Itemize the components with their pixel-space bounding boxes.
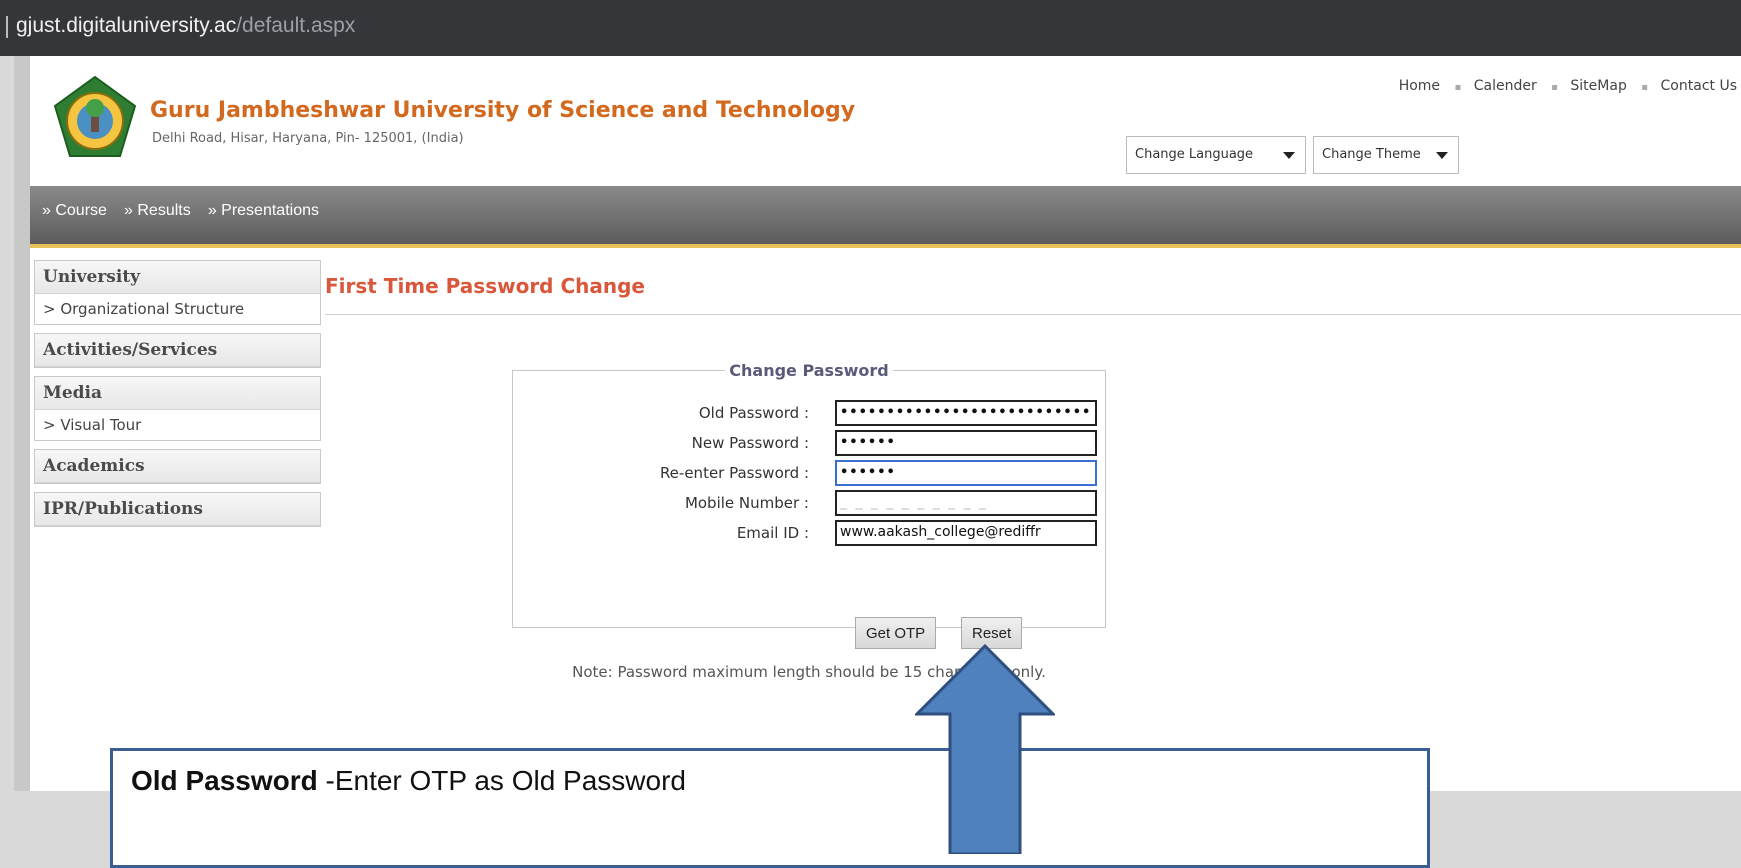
- change-password-form: Change Password Old Password : •••••••••…: [512, 361, 1106, 681]
- callout-text: -Enter OTP as Old Password: [317, 765, 686, 796]
- language-dropdown[interactable]: Change Language: [1126, 136, 1306, 174]
- new-password-row: New Password : ••••••: [513, 430, 1105, 456]
- new-password-label: New Password :: [691, 434, 809, 452]
- url-path: /default.aspx: [236, 14, 356, 37]
- url-host: gjust.digitaluniversity.ac: [16, 14, 237, 37]
- mobile-number-row: Mobile Number : _ _ _ _ _ _ _ _ _ _: [513, 490, 1105, 516]
- page-title: First Time Password Change: [325, 274, 645, 298]
- link-separator: ▪: [1551, 82, 1558, 93]
- address-caret: [6, 16, 8, 38]
- sidebar-item-organizational-structure[interactable]: > Organizational Structure: [35, 294, 320, 324]
- nav-item-course[interactable]: » Course: [42, 202, 107, 220]
- chevron-down-icon: [1436, 152, 1448, 159]
- top-link-home[interactable]: Home: [1399, 78, 1440, 94]
- email-row: Email ID : www.aakash_college@rediffr: [513, 520, 1105, 546]
- sidebar-group-media: Media > Visual Tour: [34, 376, 321, 441]
- sidebar-heading[interactable]: IPR/Publications: [35, 493, 320, 526]
- language-dropdown-label: Change Language: [1135, 147, 1254, 162]
- link-separator: ▪: [1454, 82, 1462, 93]
- reenter-password-label: Re-enter Password :: [659, 464, 809, 482]
- sidebar-group-ipr: IPR/Publications: [34, 492, 321, 527]
- sidebar-heading[interactable]: University: [35, 261, 320, 294]
- old-password-label: Old Password :: [698, 404, 809, 422]
- sidebar-item-visual-tour[interactable]: > Visual Tour: [35, 410, 320, 440]
- nav-item-presentations[interactable]: » Presentations: [208, 202, 319, 220]
- old-password-row: Old Password : •••••••••••••••••••••••••…: [513, 400, 1105, 426]
- email-label: Email ID :: [736, 524, 809, 542]
- form-legend: Change Password: [513, 361, 1105, 380]
- nav-item-results[interactable]: » Results: [124, 202, 191, 220]
- top-link-contact-us[interactable]: Contact Us: [1661, 78, 1737, 94]
- url-text[interactable]: gjust.digitaluniversity.ac/default.aspx: [16, 14, 355, 38]
- web-page: Guru Jambheshwar University of Science a…: [14, 56, 1741, 868]
- sidebar-heading[interactable]: Activities/Services: [35, 334, 320, 367]
- top-link-calender[interactable]: Calender: [1474, 78, 1537, 94]
- browser-address-bar[interactable]: gjust.digitaluniversity.ac/default.aspx: [0, 0, 1741, 56]
- old-password-field[interactable]: •••••••••••••••••••••••••••: [835, 400, 1097, 426]
- callout-bold-text: Old Password: [131, 765, 318, 796]
- sidebar-group-university: University > Organizational Structure: [34, 260, 321, 325]
- new-password-field[interactable]: ••••••: [835, 430, 1097, 456]
- title-divider: [325, 314, 1741, 315]
- main-nav-bar: » Course » Results » Presentations: [30, 186, 1741, 248]
- chevron-down-icon: [1283, 152, 1295, 159]
- reenter-password-row: Re-enter Password : ••••••: [513, 460, 1105, 486]
- up-arrow-icon: [915, 644, 1055, 854]
- form-legend-text: Change Password: [725, 361, 893, 380]
- sidebar: University > Organizational Structure Ac…: [34, 260, 321, 535]
- theme-dropdown-label: Change Theme: [1322, 147, 1421, 162]
- top-link-sitemap[interactable]: SiteMap: [1570, 78, 1626, 94]
- mobile-number-field[interactable]: _ _ _ _ _ _ _ _ _ _: [835, 490, 1097, 516]
- sidebar-group-academics: Academics: [34, 449, 321, 484]
- university-name[interactable]: Guru Jambheshwar University of Science a…: [150, 98, 855, 123]
- top-links: Home ▪ Calender ▪ SiteMap ▪ Contact Us: [1391, 78, 1737, 94]
- sidebar-heading[interactable]: Academics: [35, 450, 320, 483]
- link-separator: ▪: [1641, 82, 1649, 93]
- university-logo-icon: [53, 75, 137, 157]
- sidebar-heading[interactable]: Media: [35, 377, 320, 410]
- mobile-number-label: Mobile Number :: [684, 494, 809, 512]
- sidebar-group-activities: Activities/Services: [34, 333, 321, 368]
- email-field[interactable]: www.aakash_college@rediffr: [835, 520, 1097, 546]
- university-address: Delhi Road, Hisar, Haryana, Pin- 125001,…: [152, 131, 464, 146]
- theme-dropdown[interactable]: Change Theme: [1313, 136, 1459, 174]
- reenter-password-field[interactable]: ••••••: [835, 460, 1097, 486]
- instruction-callout: Old Password -Enter OTP as Old Password: [110, 748, 1430, 868]
